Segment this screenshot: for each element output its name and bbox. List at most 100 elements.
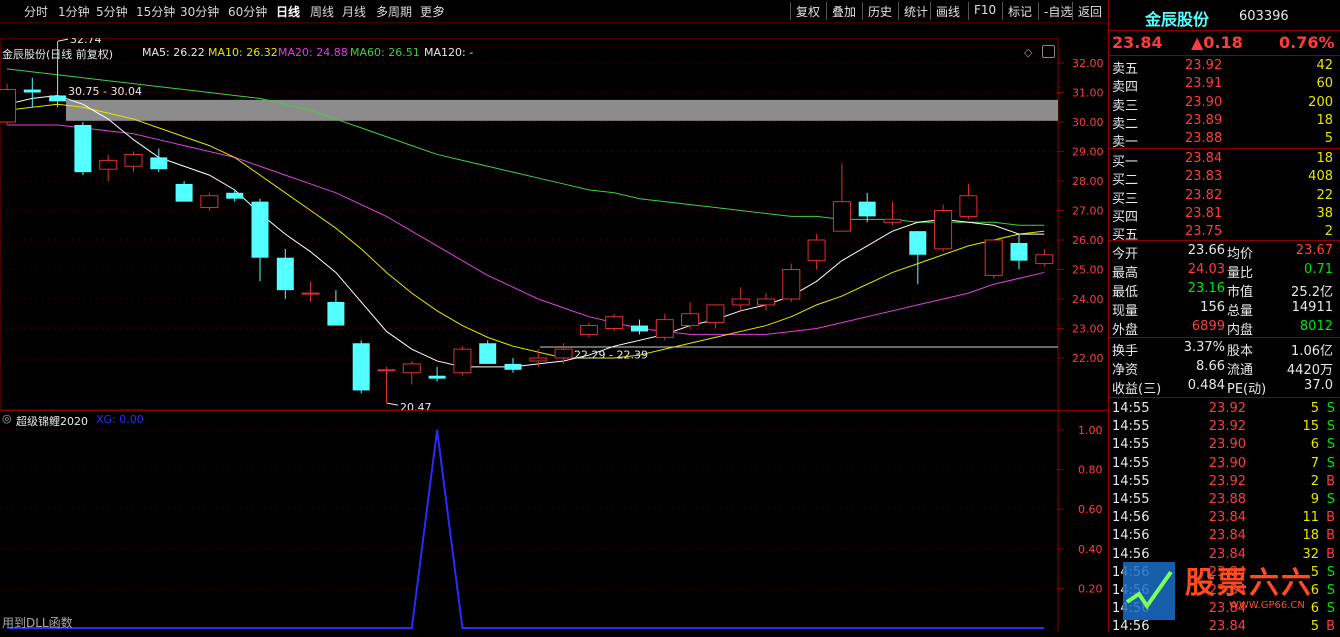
- sub-y-tick-label: 0.80: [1078, 464, 1103, 477]
- candle-body: [706, 304, 725, 324]
- candle-body: [301, 292, 320, 295]
- tick-time: 14:55: [1112, 492, 1150, 507]
- y-tick-label: 26.00: [1072, 234, 1104, 247]
- ask-price: 23.89: [1185, 112, 1223, 128]
- toolbar-action-2[interactable]: 历史: [862, 2, 897, 20]
- tick-volume: 5: [1310, 401, 1319, 416]
- tick-price: 23.90: [1208, 455, 1246, 471]
- period-tab-9[interactable]: 多周期: [376, 3, 412, 20]
- candle-body: [74, 124, 92, 173]
- period-tab-4[interactable]: 30分钟: [180, 3, 219, 20]
- toolbar-action-1[interactable]: 叠加: [826, 2, 861, 20]
- y-tick-label: 23.00: [1072, 323, 1104, 336]
- last-price: 23.84: [1112, 33, 1163, 52]
- candle-body: [909, 231, 927, 255]
- stat-row: 最低 23.16 市值 25.2亿: [1109, 280, 1340, 300]
- bid-volume: 408: [1308, 169, 1333, 185]
- candle-body: [251, 201, 269, 258]
- trade-tick-row: 14:55 23.88 9 S: [1109, 491, 1340, 510]
- bid-price: 23.75: [1185, 224, 1223, 240]
- divider: [1109, 148, 1340, 149]
- candle-body: [402, 363, 421, 374]
- chart-frame: [0, 38, 1059, 410]
- stat-row: 现量 156 总量 14911: [1109, 299, 1340, 319]
- candle-body: [327, 301, 345, 326]
- ask-row: 卖二 23.89 18: [1109, 112, 1340, 132]
- trade-tick-row: 14:55 23.92 15 S: [1109, 418, 1340, 437]
- stat-value: 23.67: [1295, 243, 1333, 258]
- toolbar-action-5[interactable]: F10: [968, 2, 1001, 20]
- stat-label: 内盘: [1227, 323, 1254, 338]
- stock-code: 603396: [1239, 9, 1289, 24]
- period-tab-2[interactable]: 5分钟: [96, 3, 128, 20]
- period-tab-8[interactable]: 月线: [342, 3, 366, 20]
- bid-label: 买四: [1112, 209, 1139, 225]
- ask-label: 卖四: [1112, 80, 1139, 96]
- trade-tick-row: 14:56 23.84 18 B: [1109, 527, 1340, 546]
- ask-volume: 200: [1308, 94, 1333, 110]
- chart-info-bar: 金辰股份(日线 前复权) MA5: 26.22 MA10: 26.32 MA20…: [0, 22, 1058, 61]
- bid-row: 买二 23.83 408: [1109, 168, 1340, 188]
- candle-body: [883, 218, 902, 223]
- candle-body: [934, 210, 953, 250]
- stat-label: 总量: [1227, 304, 1254, 319]
- candle-body: [858, 201, 876, 217]
- period-tab-0[interactable]: 分时: [24, 3, 48, 20]
- tick-price: 23.92: [1208, 419, 1246, 435]
- y-tick-label: 27.00: [1072, 205, 1104, 218]
- period-tab-3[interactable]: 15分钟: [136, 3, 175, 20]
- toolbar-action-4[interactable]: 画线: [930, 2, 965, 20]
- tick-time: 14:55: [1112, 401, 1150, 416]
- bid-price: 23.81: [1185, 205, 1223, 221]
- fin-label: 股本: [1227, 344, 1254, 359]
- y-tick-label: 28.00: [1072, 175, 1104, 188]
- period-tab-7[interactable]: 周线: [310, 3, 334, 20]
- tick-volume: 6: [1310, 437, 1319, 453]
- tick-side: S: [1326, 455, 1335, 471]
- ask-row: 卖五 23.92 42: [1109, 57, 1340, 77]
- candle-body: [579, 325, 598, 335]
- fin-label: 收益(三): [1112, 382, 1162, 397]
- trade-tick-row: 14:56 23.84 11 B: [1109, 509, 1340, 528]
- candle-body: [807, 239, 826, 262]
- period-tab-6[interactable]: 日线: [276, 3, 300, 20]
- tick-side: S: [1326, 492, 1335, 507]
- bid-row: 买一 23.84 18: [1109, 150, 1340, 170]
- stat-value: 23.16: [1187, 281, 1225, 296]
- high-pointer: [57, 38, 69, 42]
- toolbar-action-3[interactable]: 统计: [898, 2, 933, 20]
- toolbar-action-8[interactable]: 返回: [1072, 2, 1107, 20]
- divider: [1109, 30, 1340, 31]
- fin-value: 1.06亿: [1291, 344, 1333, 359]
- tick-volume: 15: [1302, 419, 1319, 435]
- toolbar-action-0[interactable]: 复权: [790, 2, 825, 20]
- stock-name: 金辰股份: [1145, 10, 1210, 29]
- sub-y-tick-label: 0.60: [1078, 503, 1103, 516]
- tick-side: B: [1326, 473, 1335, 489]
- price-row: 23.84 ▲0.18 0.76%: [1109, 32, 1340, 54]
- period-tab-5[interactable]: 60分钟: [228, 3, 267, 20]
- bid-volume: 38: [1316, 205, 1333, 221]
- candle-body: [99, 159, 118, 170]
- tick-volume: 11: [1302, 510, 1319, 526]
- stock-header: 金辰股份 603396: [1109, 5, 1340, 29]
- fin-row: 净资 8.66 流通 4420万: [1109, 358, 1340, 378]
- stat-label: 均价: [1227, 247, 1254, 262]
- toolbar-action-6[interactable]: 标记: [1002, 2, 1037, 20]
- candle-body: [124, 153, 143, 167]
- dll-footer: 用到DLL函数: [2, 616, 73, 630]
- candle-body: [832, 201, 851, 232]
- y-tick-label: 32.00: [1072, 57, 1104, 70]
- stat-label: 最低: [1112, 285, 1139, 300]
- tick-volume: 2: [1310, 473, 1319, 489]
- tick-side: S: [1326, 419, 1335, 435]
- candle-body: [631, 325, 648, 332]
- more-chevron-icon[interactable]: ›: [440, 2, 445, 16]
- watermark-logo: 股票六六 WWW.GP66.CN: [1119, 556, 1340, 632]
- candlestick-chart[interactable]: 32.00 31.00 30.00 29.00 28.00 27.00 26.00 25.00…: [0, 38, 1108, 410]
- y-tick-label: 30.00: [1072, 116, 1104, 129]
- tick-time: 14:55: [1112, 437, 1150, 453]
- candle-body: [681, 313, 700, 327]
- period-tab-1[interactable]: 1分钟: [58, 3, 90, 20]
- sub-y-tick-label: 1.00: [1078, 424, 1103, 437]
